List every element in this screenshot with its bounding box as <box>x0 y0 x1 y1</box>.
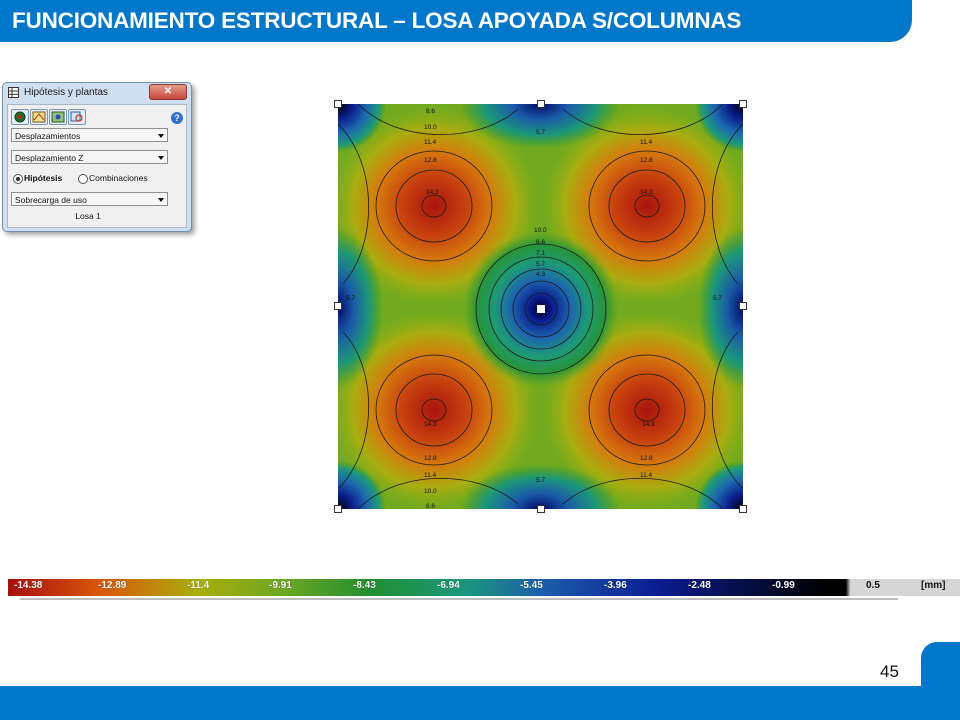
contour-label: 11.4 <box>424 139 437 146</box>
resize-handle[interactable] <box>334 100 342 108</box>
hypothesis-radio-label[interactable]: Hipótesis <box>24 173 62 183</box>
contour-label: 11.4 <box>640 139 653 146</box>
title-banner: FUNCIONAMIENTO ESTRUCTURAL – LOSA APOYAD… <box>0 0 912 42</box>
dialog-title: Hipótesis y plantas <box>24 87 108 98</box>
contour-label: 12.8 <box>424 157 437 164</box>
grid-button[interactable] <box>30 109 48 125</box>
component-value: Desplazamiento Z <box>15 153 84 163</box>
resize-handle[interactable] <box>334 505 342 513</box>
planta-icon <box>14 111 26 123</box>
page-number: 45 <box>880 662 899 681</box>
scale-label: -0.99 <box>772 580 795 591</box>
scale-label: -8.43 <box>353 580 376 591</box>
contour-label: 10.0 <box>534 227 547 234</box>
contour-label: 8.6 <box>426 503 435 509</box>
resize-handle[interactable] <box>537 100 545 108</box>
close-icon: ✕ <box>163 86 173 97</box>
planta-button[interactable] <box>11 109 29 125</box>
contour-svg: 8.6 10.0 11.4 12.8 14.3 11.4 12.8 14.3 1… <box>338 104 743 509</box>
scale-label: -3.96 <box>604 580 627 591</box>
table-icon <box>8 87 19 98</box>
scale-label: -6.94 <box>437 580 460 591</box>
scale-unit: [mm] <box>921 580 946 591</box>
resize-handle[interactable] <box>334 302 342 310</box>
scale-label: -12.89 <box>98 580 127 591</box>
resize-handle[interactable] <box>739 505 747 513</box>
color-scale-bar <box>8 579 960 596</box>
component-select[interactable]: Desplazamiento Z <box>11 150 168 164</box>
displacement-contour-plot[interactable]: 8.6 10.0 11.4 12.8 14.3 11.4 12.8 14.3 1… <box>338 104 743 509</box>
contour-label: 5.7 <box>713 295 722 302</box>
contour-label: 5.7 <box>536 261 545 268</box>
combinations-radio-label[interactable]: Combinaciones <box>89 173 148 183</box>
scale-divider <box>20 598 898 600</box>
view-icon <box>51 111 65 123</box>
column-marker <box>537 305 545 313</box>
hypothesis-dialog[interactable]: Hipótesis y plantas ✕ ? Desplazamientos … <box>2 82 192 232</box>
contour-label: 14.3 <box>426 189 439 196</box>
scale-label: -5.45 <box>520 580 543 591</box>
contour-label: 12.8 <box>640 455 653 462</box>
zoom-icon <box>70 111 83 122</box>
load-case-select[interactable]: Sobrecarga de uso <box>11 192 168 206</box>
scale-label: -11.4 <box>187 580 210 591</box>
chevron-down-icon <box>158 198 164 202</box>
grid-icon <box>32 111 46 123</box>
contour-label: 10.0 <box>424 124 437 131</box>
result-type-value: Desplazamientos <box>15 131 81 141</box>
contour-label: 5.7 <box>536 477 545 484</box>
resize-handle[interactable] <box>537 505 545 513</box>
contour-label: 12.8 <box>424 455 437 462</box>
combinations-radio[interactable] <box>78 174 88 184</box>
contour-label: 12.8 <box>640 157 653 164</box>
plant-label: Losa 1 <box>75 211 101 221</box>
help-icon[interactable]: ? <box>171 112 183 124</box>
contour-label: 10.0 <box>424 488 437 495</box>
contour-label: 7.1 <box>536 250 545 257</box>
hypothesis-radio[interactable] <box>13 174 23 184</box>
contour-label: 4.3 <box>536 271 545 278</box>
dialog-body: ? Desplazamientos Desplazamiento Z Hipót… <box>7 104 187 228</box>
view-button[interactable] <box>49 109 67 125</box>
dialog-titlebar[interactable]: Hipótesis y plantas ✕ <box>3 83 191 103</box>
contour-label: 14.3 <box>640 189 653 196</box>
contour-label: 5.7 <box>346 295 355 302</box>
contour-label: 14.3 <box>424 421 437 428</box>
scale-label: -2.48 <box>688 580 711 591</box>
scale-label: 0.5 <box>866 580 880 591</box>
resize-handle[interactable] <box>739 302 747 310</box>
resize-handle[interactable] <box>739 100 747 108</box>
footer-band <box>0 686 960 720</box>
contour-label: 11.4 <box>640 472 653 479</box>
slide-title: FUNCIONAMIENTO ESTRUCTURAL – LOSA APOYAD… <box>12 8 742 33</box>
contour-label: 11.4 <box>424 472 437 479</box>
chevron-down-icon <box>158 156 164 160</box>
close-button[interactable]: ✕ <box>149 84 187 100</box>
contour-label: 5.7 <box>536 129 545 136</box>
scale-label: -9.91 <box>269 580 292 591</box>
scale-label: -14.38 <box>14 580 43 591</box>
chevron-down-icon <box>158 134 164 138</box>
zoom-button[interactable] <box>68 109 86 125</box>
result-type-select[interactable]: Desplazamientos <box>11 128 168 142</box>
contour-label: 14.3 <box>642 421 655 428</box>
contour-label: 8.6 <box>536 239 545 246</box>
contour-label: 8.6 <box>426 108 435 115</box>
load-case-value: Sobrecarga de uso <box>15 195 87 205</box>
